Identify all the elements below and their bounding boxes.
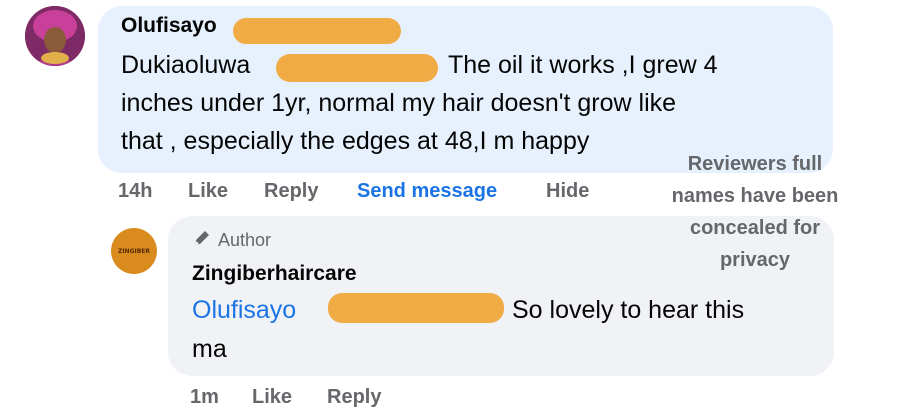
author-avatar-logo: ZINGIBER	[117, 247, 151, 255]
privacy-note: Reviewers full names have been concealed…	[660, 148, 850, 276]
reply-button[interactable]: Reply	[264, 180, 318, 203]
author-badge-label: Author	[218, 230, 272, 250]
commenter-avatar[interactable]	[25, 6, 85, 66]
reply-mention[interactable]: Olufisayo	[192, 296, 296, 325]
reply-timestamp[interactable]: 1m	[190, 386, 219, 409]
author-avatar[interactable]: ZINGIBER	[111, 228, 157, 274]
redaction-reply-mention	[328, 293, 504, 323]
privacy-note-line-3: concealed for	[689, 217, 821, 239]
redaction-mention	[276, 54, 438, 82]
send-message-button[interactable]: Send message	[357, 180, 497, 203]
comment-timestamp[interactable]: 14h	[118, 180, 152, 203]
redaction-name	[233, 18, 401, 44]
reply-author-name[interactable]: Zingiberhaircare	[192, 262, 357, 286]
privacy-note-line-1: Reviewers full	[687, 153, 823, 175]
reply-like-button[interactable]: Like	[252, 386, 292, 409]
comment-line-1-prefix: Dukiaoluwa	[121, 51, 251, 79]
commenter-first-name[interactable]: Olufisayo	[121, 14, 217, 37]
privacy-note-line-2: names have been	[671, 185, 839, 207]
comment-line-1-text: The oil it works ,I grew 4	[448, 51, 718, 79]
pencil-icon	[192, 228, 212, 253]
comment-line-3: that , especially the edges at 48,I m ha…	[121, 127, 590, 155]
hide-button[interactable]: Hide	[546, 180, 589, 203]
author-badge: Author	[192, 228, 271, 253]
commenter-name[interactable]: Olufisayo	[121, 14, 217, 38]
reply-reply-button[interactable]: Reply	[327, 386, 381, 409]
reply-text-continued: ma	[192, 335, 227, 363]
privacy-note-line-4: privacy	[719, 249, 791, 271]
comment-line-2: inches under 1yr, normal my hair doesn't…	[121, 89, 677, 117]
like-button[interactable]: Like	[188, 180, 228, 203]
reply-text: So lovely to hear this	[512, 296, 745, 324]
